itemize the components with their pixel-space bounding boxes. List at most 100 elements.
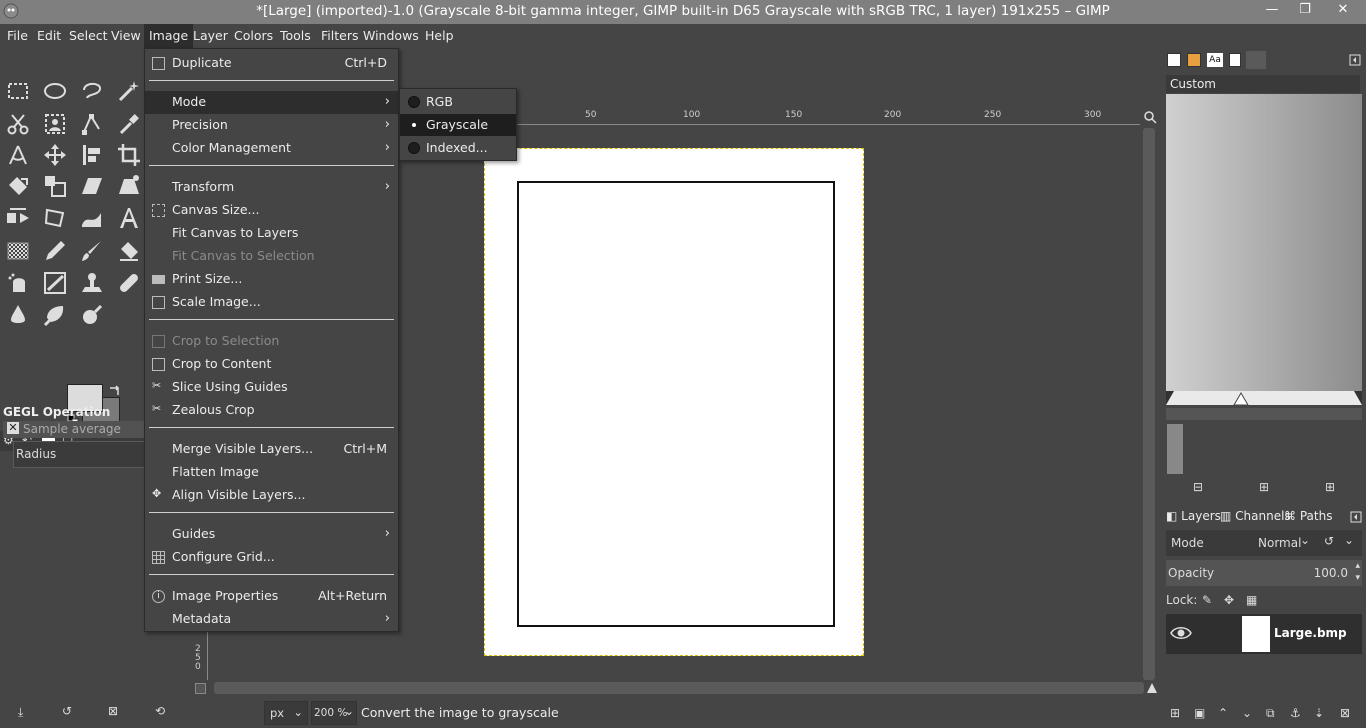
menu-item-merge-visible[interactable]: Merge Visible Layers... Ctrl+M (145, 438, 398, 461)
opacity-row[interactable]: Opacity 100.0 ▴ ▾ (1166, 560, 1362, 586)
swap-colors-icon[interactable] (108, 384, 122, 396)
zoom-in-icon[interactable]: ⊞ (1259, 480, 1269, 494)
opacity-value[interactable]: 100.0 (1314, 566, 1348, 580)
rect-select-icon[interactable] (3, 76, 33, 106)
zoom-all-icon[interactable]: ⊞ (1325, 480, 1335, 494)
menu-filters[interactable]: Filters (316, 24, 363, 48)
scissors-select-icon[interactable] (3, 109, 33, 139)
free-select-icon[interactable] (77, 76, 107, 106)
menu-item-zealous-crop[interactable]: ✂ Zealous Crop (145, 399, 398, 422)
chevron-down-icon[interactable]: ⌄ (1344, 533, 1354, 547)
close-button[interactable]: ✕ (1320, 0, 1366, 22)
close-icon[interactable]: ✕ (7, 422, 19, 434)
measure-tool-icon[interactable] (3, 140, 33, 170)
radius-field[interactable]: Radius (13, 441, 145, 468)
airbrush-tool-icon[interactable] (3, 268, 33, 298)
new-layer-icon[interactable]: ⊞ (1170, 706, 1180, 720)
color-picker-icon[interactable] (114, 109, 144, 139)
eraser-tool-icon[interactable] (114, 236, 144, 266)
merge-layer-icon[interactable]: ⇣ (1314, 706, 1324, 720)
spinner-arrows-icon[interactable]: ▴ ▾ (1355, 560, 1360, 584)
brushes-tab-icon[interactable] (1167, 53, 1181, 67)
zoom-out-icon[interactable]: ⊟ (1193, 480, 1203, 494)
restore-options-icon[interactable]: ↺ (62, 704, 72, 718)
shear-tool-icon[interactable] (77, 171, 107, 201)
paintbrush-tool-icon[interactable] (77, 236, 107, 266)
lower-layer-icon[interactable]: ⌄ (1242, 706, 1252, 720)
visibility-eye-icon[interactable] (1170, 625, 1192, 641)
duplicate-layer-icon[interactable]: ⧉ (1266, 706, 1275, 721)
gradients-tab-icon[interactable] (1246, 51, 1266, 69)
lock-position-icon[interactable]: ✥ (1224, 593, 1234, 607)
submenu-item-rgb[interactable]: RGB (400, 91, 516, 113)
gradient-name[interactable]: Custom (1166, 75, 1360, 93)
document-history-tab-icon[interactable] (1229, 53, 1241, 67)
menu-item-canvas-size[interactable]: Canvas Size... (145, 199, 398, 222)
menu-item-flatten[interactable]: Flatten Image (145, 461, 398, 484)
blur-tool-icon[interactable] (40, 300, 70, 330)
menu-item-align-visible[interactable]: ✥ Align Visible Layers... (145, 484, 398, 507)
maximize-button[interactable]: ❐ (1290, 0, 1320, 22)
foreground-select-icon[interactable] (40, 109, 70, 139)
navigate-icon[interactable] (1146, 682, 1158, 694)
gradient-range-bar[interactable] (1166, 408, 1362, 420)
tab-channels[interactable]: ▥ Channels (1220, 509, 1291, 527)
delete-options-icon[interactable]: ⊠ (108, 704, 118, 718)
vertical-scrollbar[interactable] (1143, 128, 1155, 680)
scale-tool-icon[interactable] (40, 171, 70, 201)
patterns-tab-icon[interactable] (1187, 53, 1201, 67)
pencil-tool-icon[interactable] (40, 236, 70, 266)
gradient-stops[interactable] (1166, 391, 1362, 405)
save-options-icon[interactable]: ⤓ (18, 705, 23, 720)
menu-colors[interactable]: Colors (229, 24, 278, 48)
align-tool-icon[interactable] (77, 140, 107, 170)
tab-layers[interactable]: ◧ Layers (1166, 509, 1221, 527)
lock-pixels-icon[interactable]: ✎ (1202, 593, 1212, 607)
new-layer-group-icon[interactable]: ▣ (1194, 706, 1205, 720)
smudge-tool-icon[interactable] (3, 300, 33, 330)
fuzzy-select-icon[interactable] (114, 76, 144, 106)
layer-mode-select[interactable]: Normal (1258, 536, 1301, 550)
crop-tool-icon[interactable] (114, 140, 144, 170)
menu-item-print-size[interactable]: Print Size... (145, 268, 398, 291)
lock-alpha-icon[interactable]: ▦ (1246, 593, 1257, 607)
unit-selector[interactable]: px ⌄ (264, 701, 308, 725)
dodge-burn-icon[interactable] (77, 300, 107, 330)
menu-item-crop-content[interactable]: Crop to Content (145, 353, 398, 376)
raise-layer-icon[interactable]: ⌃ (1218, 706, 1228, 720)
tab-paths[interactable]: ⌘ Paths (1284, 509, 1332, 527)
menu-item-duplicate[interactable]: Duplicate Ctrl+D (145, 52, 398, 75)
menu-item-image-properties[interactable]: i Image Properties Alt+Return (145, 585, 398, 608)
flip-tool-icon[interactable] (3, 203, 33, 233)
menu-item-scale-image[interactable]: Scale Image... (145, 291, 398, 314)
layer-item[interactable]: Large.bmp (1166, 614, 1362, 654)
warp-transform-icon[interactable] (77, 203, 107, 233)
text-tool-icon[interactable] (114, 203, 144, 233)
reset-options-icon[interactable]: ⟲ (155, 704, 165, 718)
menu-item-configure-grid[interactable]: Configure Grid... (145, 546, 398, 569)
menu-edit[interactable]: Edit (32, 24, 66, 48)
layer-name[interactable]: Large.bmp (1274, 626, 1347, 640)
menu-layer[interactable]: Layer (188, 24, 233, 48)
fonts-tab-icon[interactable]: Aa (1207, 53, 1223, 67)
menu-item-mode[interactable]: Mode › (145, 91, 398, 114)
ink-tool-icon[interactable] (40, 268, 70, 298)
paths-tool-icon[interactable] (77, 109, 107, 139)
gradient-tool-icon[interactable] (3, 236, 33, 266)
gradient-slider[interactable] (1166, 391, 1362, 405)
menu-item-transform[interactable]: Transform › (145, 176, 398, 199)
chevron-down-icon[interactable]: ⌄ (1300, 533, 1310, 547)
dock-menu-icon[interactable] (1350, 511, 1362, 523)
menu-file[interactable]: File (2, 24, 33, 48)
perspective-tool-icon[interactable] (114, 171, 144, 201)
quick-mask-toggle[interactable] (195, 683, 206, 694)
move-tool-icon[interactable] (40, 140, 70, 170)
sample-average-option[interactable]: ✕ Sample average (3, 421, 145, 438)
menu-tools[interactable]: Tools (275, 24, 316, 48)
heal-tool-icon[interactable] (114, 268, 144, 298)
menu-help[interactable]: Help (420, 24, 459, 48)
menu-item-guides[interactable]: Guides › (145, 523, 398, 546)
menu-item-slice-guides[interactable]: ✂ Slice Using Guides (145, 376, 398, 399)
horizontal-scrollbar[interactable] (214, 682, 1144, 694)
menu-image[interactable]: Image (144, 24, 194, 48)
